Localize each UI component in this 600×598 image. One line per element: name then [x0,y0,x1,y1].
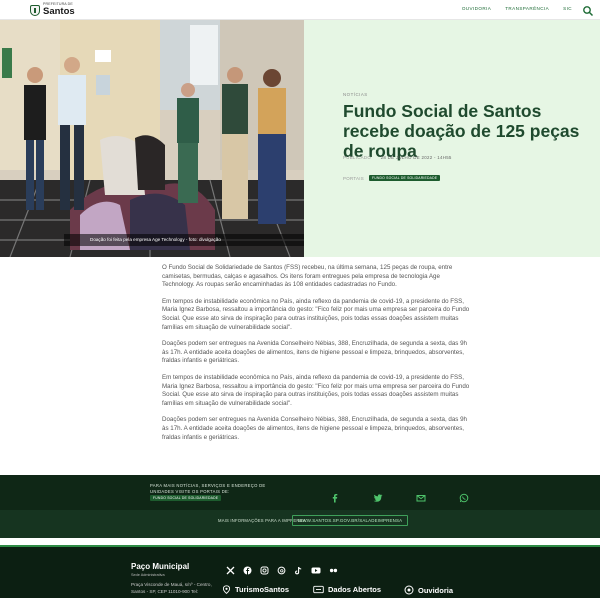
tiktok-icon[interactable] [294,562,303,575]
article-paragraph: Em tempos de instabilidade econômica no … [162,373,470,407]
footer-link-label: Ouvidoria [418,585,454,595]
x-icon[interactable] [226,562,235,575]
search-icon[interactable] [582,4,594,17]
whatsapp-icon[interactable] [459,490,469,503]
footer-link-label: Dados Abertos [328,585,382,594]
city-crest-icon [30,4,40,16]
divider [0,538,600,545]
footer-subtitle: Sede Administrativa [131,573,165,577]
article-paragraph: O Fundo Social de Solidariedade de Santo… [162,264,453,289]
share-portal-badge[interactable]: FUNDO SOCIAL DE SOLIDARIEDADE [150,495,222,501]
footer-link-ouvidoria[interactable]: Ouvidoria [404,585,453,595]
youtube-icon[interactable] [311,562,321,574]
threads-icon[interactable] [277,562,286,575]
published-label: PUBLICADO [343,155,372,160]
article-paragraph: Em tempos de instabilidade econômica no … [162,297,470,331]
ouvidoria-icon [404,585,414,595]
nav-ouvidoria[interactable]: OUVIDORIA [462,6,491,11]
portals-label: PORTAIS [343,175,364,181]
nav-transparencia[interactable]: TRANSPARÊNCIA [505,6,549,11]
prefeitura-logo[interactable]: PREFEITURA DE Santos [30,2,75,18]
instagram-icon[interactable] [260,562,269,575]
twitter-icon[interactable] [373,490,383,502]
published-meta: PUBLICADO 28 DE JULHO DE 2022 - 14H55 [343,155,452,160]
flickr-icon[interactable] [329,562,338,573]
share-band [0,475,600,510]
press-url-button[interactable]: WWW.SANTOS.SP.GOV.BR/SALADEIMPRENSA [292,515,409,526]
logo-big-text: Santos [43,6,75,18]
footer-phone-label: Tel: [190,588,199,594]
article-paragraph: Doações podem ser entregues na Avenida C… [162,416,467,441]
portal-badge[interactable]: FUNDO SOCIAL DE SOLIDARIEDADE [368,175,441,181]
published-date: 28 DE JULHO DE 2022 - 14H55 [380,155,452,160]
section-eyebrow: NOTÍCIAS [343,92,368,97]
portals-meta: PORTAIS FUNDO SOCIAL DE SOLIDARIEDADE [343,175,441,181]
article-hero: Doação foi feita pela empresa Age Techno… [0,20,600,257]
nav-sic[interactable]: SIC [563,6,572,11]
turismo-icon [222,585,231,594]
article-title: Fundo Social de Santos recebe doação de … [343,101,580,161]
footer-title: Paço Municipal [131,562,190,571]
main-nav: OUVIDORIA TRANSPARÊNCIA SIC [462,6,572,11]
facebook-icon[interactable] [243,562,252,575]
article-paragraph: Doações podem ser entregues na Avenida C… [162,340,467,365]
footer-address: Praça Visconde de Mauá, s/nº - Centro, S… [131,582,215,595]
portals-visit-text: PARA MAIS NOTÍCIAS, SERVIÇOS E ENDEREÇO … [150,483,266,494]
photo-caption: Doação foi feita pela empresa Age Techno… [64,234,304,246]
footer-address-text: Praça Visconde de Mauá, s/nº - Centro, S… [131,582,212,594]
article-body: O Fundo Social de Solidariedade de Santo… [162,264,470,450]
hero-text: NOTÍCIAS Fundo Social de Santos recebe d… [343,92,583,161]
top-navigation-bar: PREFEITURA DE Santos OUVIDORIA TRANSPARÊ… [0,0,600,20]
footer-link-dados-abertos[interactable]: Dados Abertos [313,585,381,594]
facebook-icon[interactable] [330,490,340,503]
footer-link-turismo[interactable]: TurismoSantos [222,585,289,594]
footer-link-label: TurismoSantos [235,585,290,594]
email-icon[interactable] [416,490,426,502]
dados-abertos-icon [313,585,324,594]
article-photo: Doação foi feita pela empresa Age Techno… [0,20,304,257]
